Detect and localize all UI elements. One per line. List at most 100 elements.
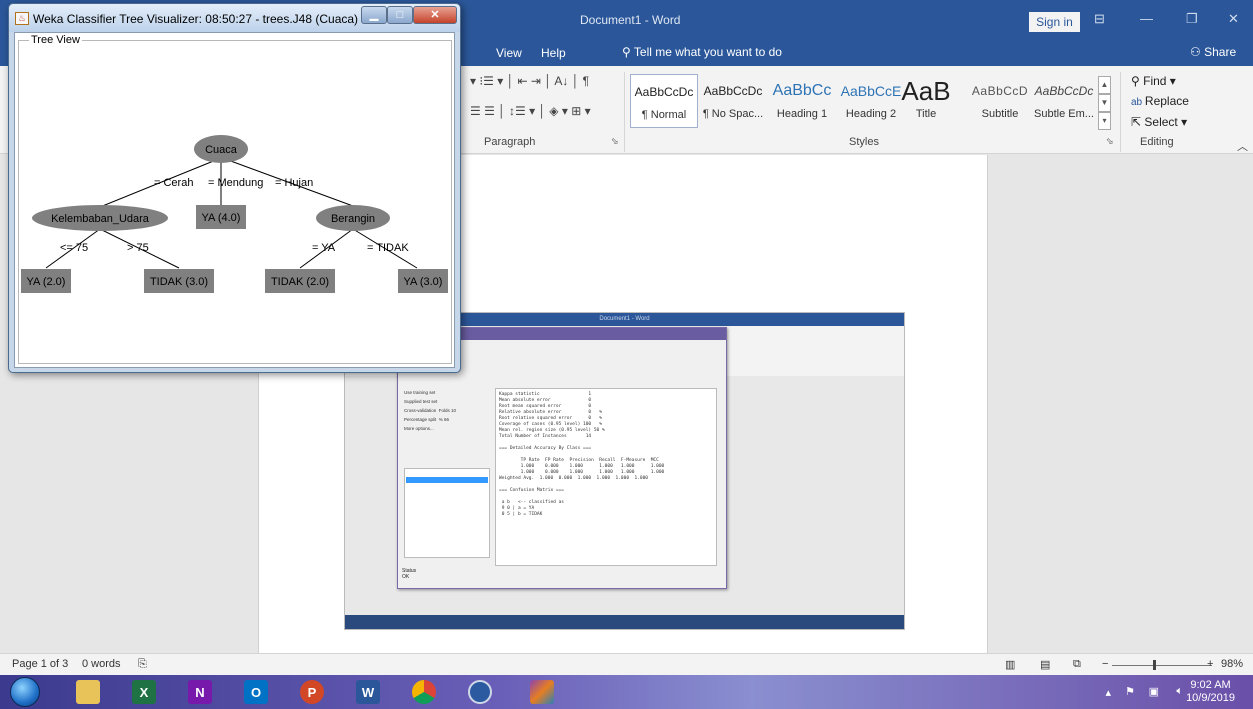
paragraph-group-label: Paragraph xyxy=(484,136,536,148)
zoom-slider[interactable] xyxy=(1112,665,1212,666)
chrome-icon xyxy=(412,680,436,704)
style-no-spacing[interactable]: AaBbCcDc ¶ No Spac... xyxy=(699,74,767,128)
edge-label-cerah: = Cerah xyxy=(154,177,193,189)
tell-me-search[interactable]: ⚲ Tell me what you want to do xyxy=(622,45,782,59)
styles-group-label: Styles xyxy=(849,136,879,148)
word-statusbar: Page 1 of 3 0 words ⎘ ▥ ▤ ⧉ − + 98% xyxy=(0,653,1253,675)
leaf-le75[interactable]: YA (2.0) xyxy=(21,269,71,293)
leaf-gt75[interactable]: TIDAK (3.0) xyxy=(144,269,214,293)
styles-gallery: AaBbCcDc ¶ Normal AaBbCcDc ¶ No Spac... … xyxy=(630,74,1108,128)
node-kelembaban[interactable]: Kelembaban_Udara xyxy=(32,205,168,231)
maximize-button[interactable]: □ xyxy=(387,6,413,24)
taskbar-onenote[interactable]: N xyxy=(174,676,226,708)
search-icon: ⚲ xyxy=(1131,74,1144,88)
style-sample: AaB xyxy=(901,76,951,106)
weka-window-title: Weka Classifier Tree Visualizer: 08:50:2… xyxy=(33,12,359,26)
styles-scroll-down-icon[interactable]: ▼ xyxy=(1098,94,1111,112)
taskbar-winrar[interactable] xyxy=(516,676,568,708)
tell-me-label: Tell me what you want to do xyxy=(633,45,782,59)
ribbon-display-icon[interactable]: ⊟ xyxy=(1094,11,1105,27)
embedded-status: Status OK xyxy=(402,568,417,580)
word-count[interactable]: 0 words xyxy=(82,658,121,670)
clock-time: 9:02 AM xyxy=(1190,679,1231,691)
excel-icon: X xyxy=(132,680,156,704)
styles-more-icon[interactable]: ▾ xyxy=(1098,112,1111,130)
style-title[interactable]: AaB Title xyxy=(892,74,960,128)
leaf-tidak[interactable]: YA (3.0) xyxy=(398,269,448,293)
taskbar-outlook[interactable]: O xyxy=(230,676,282,708)
weka-titlebar[interactable]: ♨ Weka Classifier Tree Visualizer: 08:50… xyxy=(9,4,460,32)
leaf-ya[interactable]: TIDAK (2.0) xyxy=(265,269,335,293)
minimize-icon[interactable]: — xyxy=(1140,11,1153,26)
style-sample: AaBbCcD xyxy=(971,84,1029,98)
volume-icon[interactable]: 🔈︎ xyxy=(1176,685,1183,698)
tray-expand-icon[interactable]: ▴ xyxy=(1105,686,1111,699)
decision-tree-canvas[interactable]: = Cerah = Mendung = Hujan <= 75 > 75 = Y… xyxy=(15,33,456,369)
edge-label-hujan: = Hujan xyxy=(275,177,313,189)
select-button[interactable]: ⇱ Select ▾ xyxy=(1131,115,1187,129)
tray-flag-icon[interactable]: ⚑ xyxy=(1125,685,1135,698)
paragraph-row-2[interactable]: ☰ ☰ │ ↕☰ ▾ │ ◈ ▾ ⊞ ▾ xyxy=(470,104,591,118)
taskbar-weka[interactable] xyxy=(454,676,506,708)
style-subtle-emphasis[interactable]: AaBbCcDc Subtle Em... xyxy=(1030,74,1098,128)
taskbar-powerpoint[interactable]: P xyxy=(286,676,338,708)
zoom-slider-thumb[interactable] xyxy=(1153,660,1156,670)
style-sample: AaBbCcDc xyxy=(634,85,694,99)
node-root[interactable]: Cuaca xyxy=(194,135,248,163)
select-label: Select xyxy=(1144,115,1178,129)
edge-label-gt75: > 75 xyxy=(127,242,149,254)
powerpoint-icon: P xyxy=(300,680,324,704)
network-icon[interactable]: ▣ xyxy=(1149,685,1159,698)
winrar-icon xyxy=(530,680,554,704)
leaf-mendung[interactable]: YA (4.0) xyxy=(196,205,246,229)
menu-help[interactable]: Help xyxy=(541,46,566,60)
share-button[interactable]: ⚇ Share xyxy=(1190,45,1236,59)
style-name: Subtle Em... xyxy=(1034,108,1094,120)
leaf-le75-label: YA (2.0) xyxy=(27,276,66,288)
paragraph-launcher-icon[interactable]: ⬂ xyxy=(611,136,619,147)
zoom-in-icon[interactable]: + xyxy=(1207,658,1213,670)
print-layout-icon[interactable]: ▤ xyxy=(1040,658,1050,671)
find-button[interactable]: ⚲ Find ▾ xyxy=(1131,74,1176,88)
taskbar-clock[interactable]: 9:02 AM 10/9/2019 xyxy=(1186,679,1235,705)
close-icon[interactable]: ✕ xyxy=(1228,11,1239,27)
start-button[interactable] xyxy=(10,677,40,707)
edge-label-tidak: = TIDAK xyxy=(367,242,409,254)
read-mode-icon[interactable]: ▥ xyxy=(1005,658,1015,671)
paragraph-row-1[interactable]: ▾ ⁝☰ ▾ │ ⇤ ⇥ │ A↓ │ ¶ xyxy=(470,74,589,88)
style-heading-1[interactable]: AaBbCc Heading 1 xyxy=(768,74,836,128)
styles-launcher-icon[interactable]: ⬂ xyxy=(1106,136,1114,147)
taskbar-chrome[interactable] xyxy=(398,676,450,708)
style-normal[interactable]: AaBbCcDc ¶ Normal xyxy=(630,74,698,128)
outlook-icon: O xyxy=(244,680,268,704)
taskbar-explorer[interactable] xyxy=(62,676,114,708)
style-sample: AaBbCcDc xyxy=(1034,84,1094,98)
clock-date: 10/9/2019 xyxy=(1186,692,1235,704)
onenote-icon: N xyxy=(188,680,212,704)
styles-scroll-up-icon[interactable]: ▲ xyxy=(1098,76,1111,94)
collapse-ribbon-icon[interactable]: ︿ xyxy=(1237,138,1248,154)
replace-button[interactable]: ab Replace xyxy=(1131,94,1189,108)
node-root-label: Cuaca xyxy=(205,144,238,156)
restore-icon[interactable]: ❐ xyxy=(1186,11,1198,27)
menu-view[interactable]: View xyxy=(496,46,522,60)
taskbar-word[interactable]: W xyxy=(342,676,394,708)
sign-in-button[interactable]: Sign in xyxy=(1029,12,1080,32)
style-sample: AaBbCc xyxy=(772,82,832,99)
minimize-button[interactable]: ▁ xyxy=(361,6,387,24)
group-separator xyxy=(1120,72,1121,152)
replace-icon: ab xyxy=(1131,97,1145,108)
lightbulb-icon: ⚲ xyxy=(622,45,634,59)
zoom-level[interactable]: 98% xyxy=(1221,658,1243,670)
page-count[interactable]: Page 1 of 3 xyxy=(12,658,68,670)
style-subtitle[interactable]: AaBbCcD Subtitle xyxy=(966,74,1034,128)
weka-bird-icon xyxy=(468,680,492,704)
proofing-icon[interactable]: ⎘ xyxy=(138,658,147,671)
taskbar-excel[interactable]: X xyxy=(118,676,170,708)
find-label: Find xyxy=(1143,74,1167,88)
style-name: Heading 1 xyxy=(776,108,828,120)
close-button[interactable]: ✕ xyxy=(413,6,457,24)
zoom-out-icon[interactable]: − xyxy=(1102,658,1108,670)
node-berangin[interactable]: Berangin xyxy=(316,205,390,231)
web-layout-icon[interactable]: ⧉ xyxy=(1073,658,1081,671)
